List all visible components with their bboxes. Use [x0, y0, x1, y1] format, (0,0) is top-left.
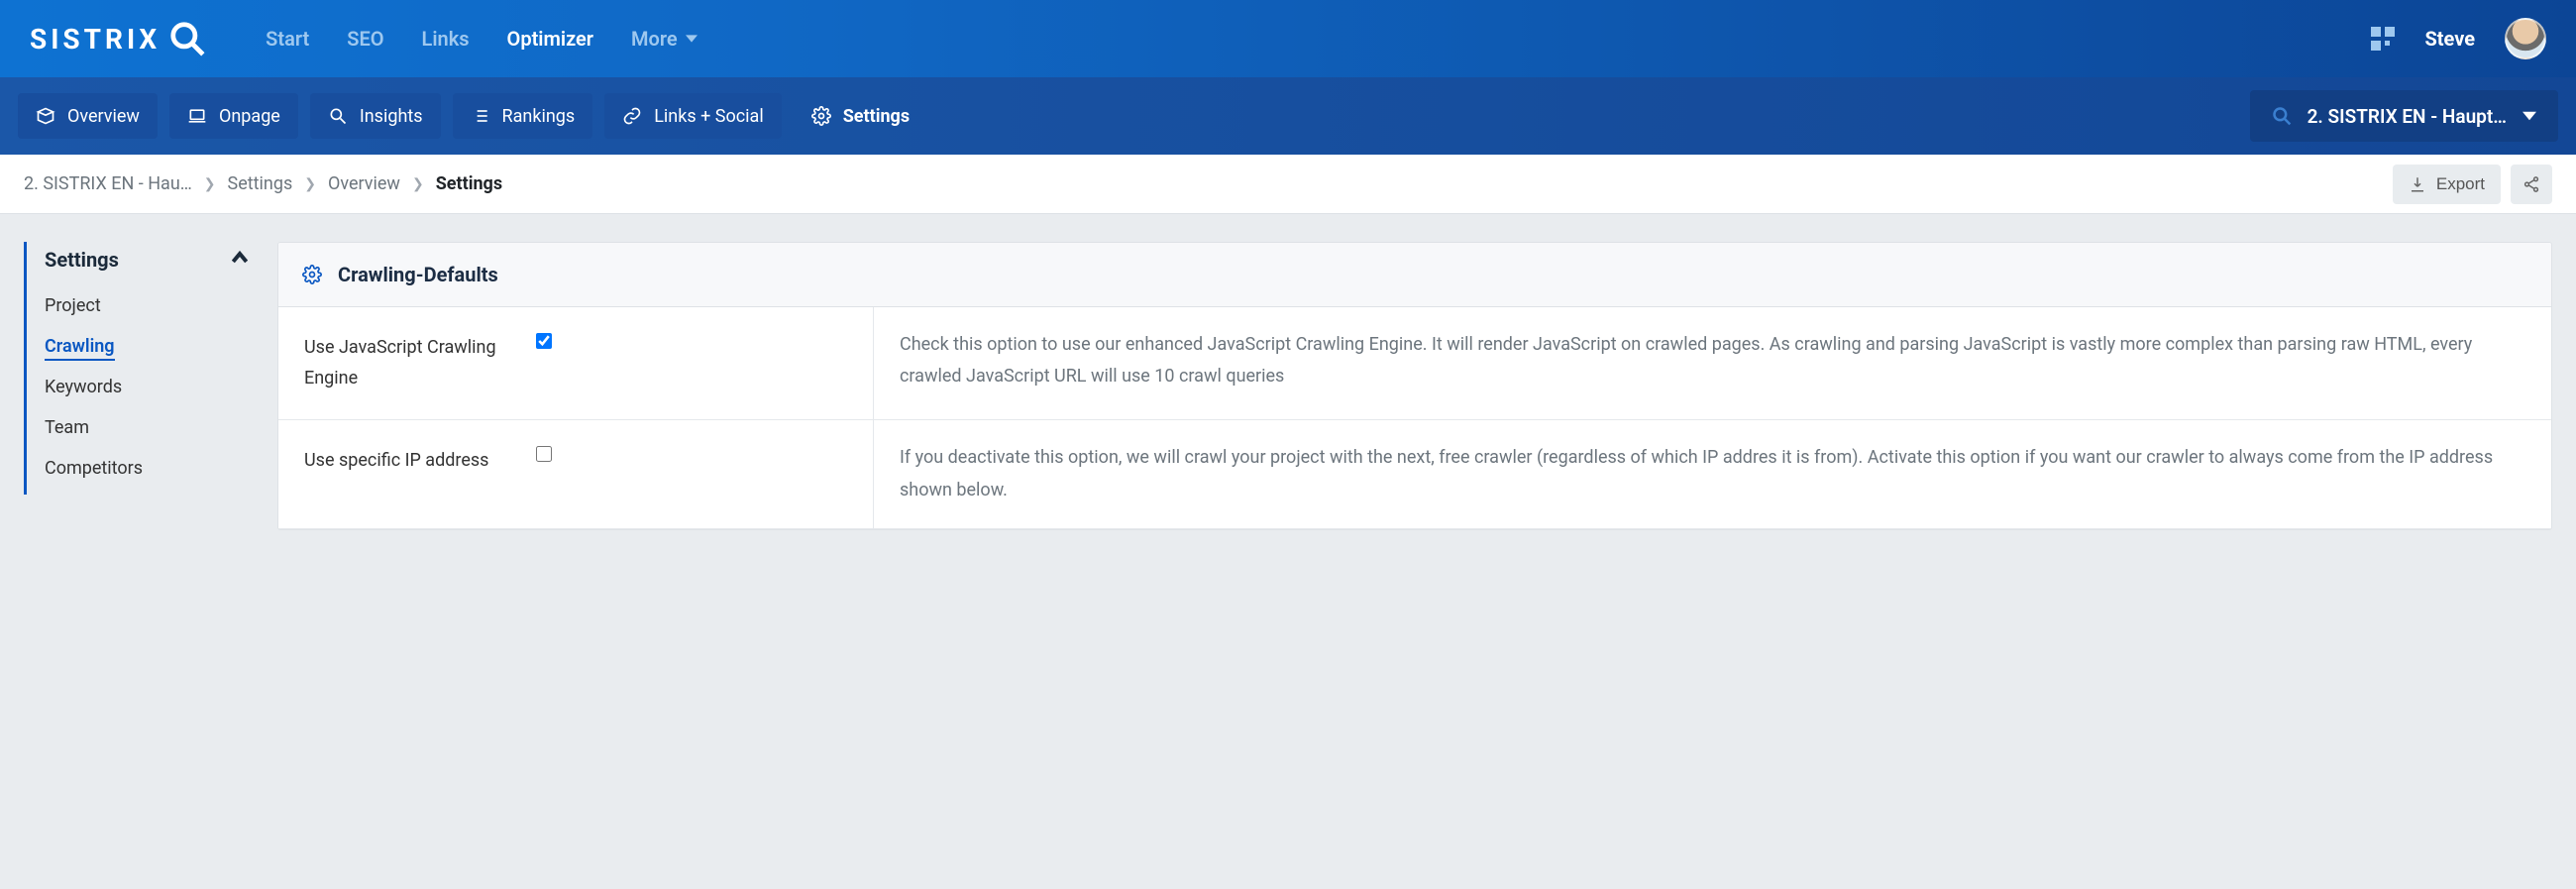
tab-onpage[interactable]: Onpage	[169, 93, 298, 139]
sidenav-item-competitors[interactable]: Competitors	[45, 448, 254, 489]
top-nav: Start SEO Links Optimizer More	[266, 27, 697, 51]
sidenav-item-keywords[interactable]: Keywords	[45, 367, 254, 407]
setting-label: Use JavaScript Crawling Engine	[278, 307, 536, 419]
nav-more[interactable]: More	[631, 27, 698, 51]
gear-icon	[302, 265, 322, 284]
tab-settings-label: Settings	[843, 106, 910, 127]
tab-links-social[interactable]: Links + Social	[604, 93, 782, 139]
nav-links[interactable]: Links	[422, 27, 470, 51]
tab-rankings[interactable]: Rankings	[453, 93, 593, 139]
tab-settings[interactable]: Settings	[794, 93, 927, 139]
breadcrumb-actions: Export	[2393, 165, 2552, 204]
share-icon	[2522, 175, 2540, 193]
tab-overview[interactable]: Overview	[18, 93, 158, 139]
sidenav-item-team[interactable]: Team	[45, 407, 254, 448]
project-picker[interactable]: 2. SISTRIX EN - Haupt…	[2250, 90, 2558, 142]
chevron-down-icon	[2522, 109, 2536, 123]
sidenav-item-label: Project	[45, 295, 101, 316]
setting-description: If you deactivate this option, we will c…	[873, 420, 2551, 528]
chevron-up-icon[interactable]	[232, 250, 248, 270]
tabsbar: Overview Onpage Insights Rankings Links …	[0, 77, 2576, 155]
sidenav-item-label: Crawling	[45, 336, 115, 361]
search-icon	[2272, 106, 2292, 126]
sidenav: Settings Project Crawling Keywords Team Comp…	[24, 242, 254, 495]
top-right: Steve	[2371, 18, 2546, 59]
apps-icon[interactable]	[2371, 27, 2395, 51]
tab-insights-label: Insights	[360, 106, 423, 127]
setting-label: Use specific IP address	[278, 420, 536, 528]
sidenav-title[interactable]: Settings	[45, 248, 119, 272]
box-icon	[36, 106, 55, 126]
sidenav-item-project[interactable]: Project	[45, 285, 254, 326]
search-icon	[328, 106, 348, 126]
main: Settings Project Crawling Keywords Team Comp…	[0, 214, 2576, 558]
sidenav-item-crawling[interactable]: Crawling	[45, 326, 254, 367]
laptop-icon	[187, 106, 207, 126]
share-button[interactable]	[2511, 165, 2552, 204]
nav-start[interactable]: Start	[266, 27, 309, 51]
magnifier-icon	[168, 20, 206, 57]
avatar[interactable]	[2505, 18, 2546, 59]
setting-checkbox[interactable]	[536, 333, 552, 349]
sidenav-item-label: Keywords	[45, 377, 122, 397]
breadcrumb-row: 2. SISTRIX EN - Hau… ❯ Settings ❯ Overvi…	[0, 155, 2576, 214]
sidenav-item-label: Competitors	[45, 458, 143, 479]
panel-title: Crawling-Defaults	[338, 263, 498, 286]
setting-row: Use JavaScript Crawling Engine Check this…	[278, 307, 2551, 420]
tab-overview-label: Overview	[67, 106, 140, 127]
topbar: SISTRIX Start SEO Links Optimizer More S…	[0, 0, 2576, 77]
breadcrumb-item[interactable]: 2. SISTRIX EN - Hau…	[24, 173, 192, 194]
chevron-right-icon: ❯	[204, 176, 216, 192]
settings-panel: Crawling-Defaults Use JavaScript Crawlin…	[277, 242, 2552, 530]
tab-onpage-label: Onpage	[219, 106, 280, 127]
export-label: Export	[2436, 174, 2485, 194]
project-picker-label: 2. SISTRIX EN - Haupt…	[2308, 105, 2507, 128]
breadcrumb-item[interactable]: Overview	[328, 173, 400, 194]
chevron-down-icon	[686, 33, 698, 45]
brand-text: SISTRIX	[30, 23, 161, 56]
link-icon	[622, 106, 642, 126]
setting-control	[536, 307, 873, 419]
list-icon	[471, 106, 490, 126]
tab-links-social-label: Links + Social	[654, 106, 764, 127]
nav-optimizer[interactable]: Optimizer	[507, 27, 593, 51]
breadcrumb-current: Settings	[436, 173, 502, 194]
brand[interactable]: SISTRIX	[30, 20, 206, 57]
setting-checkbox[interactable]	[536, 446, 552, 462]
gear-icon	[811, 106, 831, 126]
user-name[interactable]: Steve	[2424, 27, 2475, 51]
nav-more-label: More	[631, 27, 678, 51]
download-icon	[2409, 175, 2426, 193]
sidenav-item-label: Team	[45, 417, 89, 438]
chevron-right-icon: ❯	[412, 176, 424, 192]
setting-control	[536, 420, 873, 528]
tab-insights[interactable]: Insights	[310, 93, 441, 139]
setting-description: Check this option to use our enhanced Ja…	[873, 307, 2551, 419]
chevron-right-icon: ❯	[304, 176, 316, 192]
setting-row: Use specific IP address If you deactivate…	[278, 420, 2551, 529]
tab-rankings-label: Rankings	[502, 106, 576, 127]
export-button[interactable]: Export	[2393, 165, 2501, 204]
nav-seo[interactable]: SEO	[347, 27, 383, 51]
panel-header: Crawling-Defaults	[278, 243, 2551, 307]
breadcrumb-item[interactable]: Settings	[228, 173, 293, 194]
